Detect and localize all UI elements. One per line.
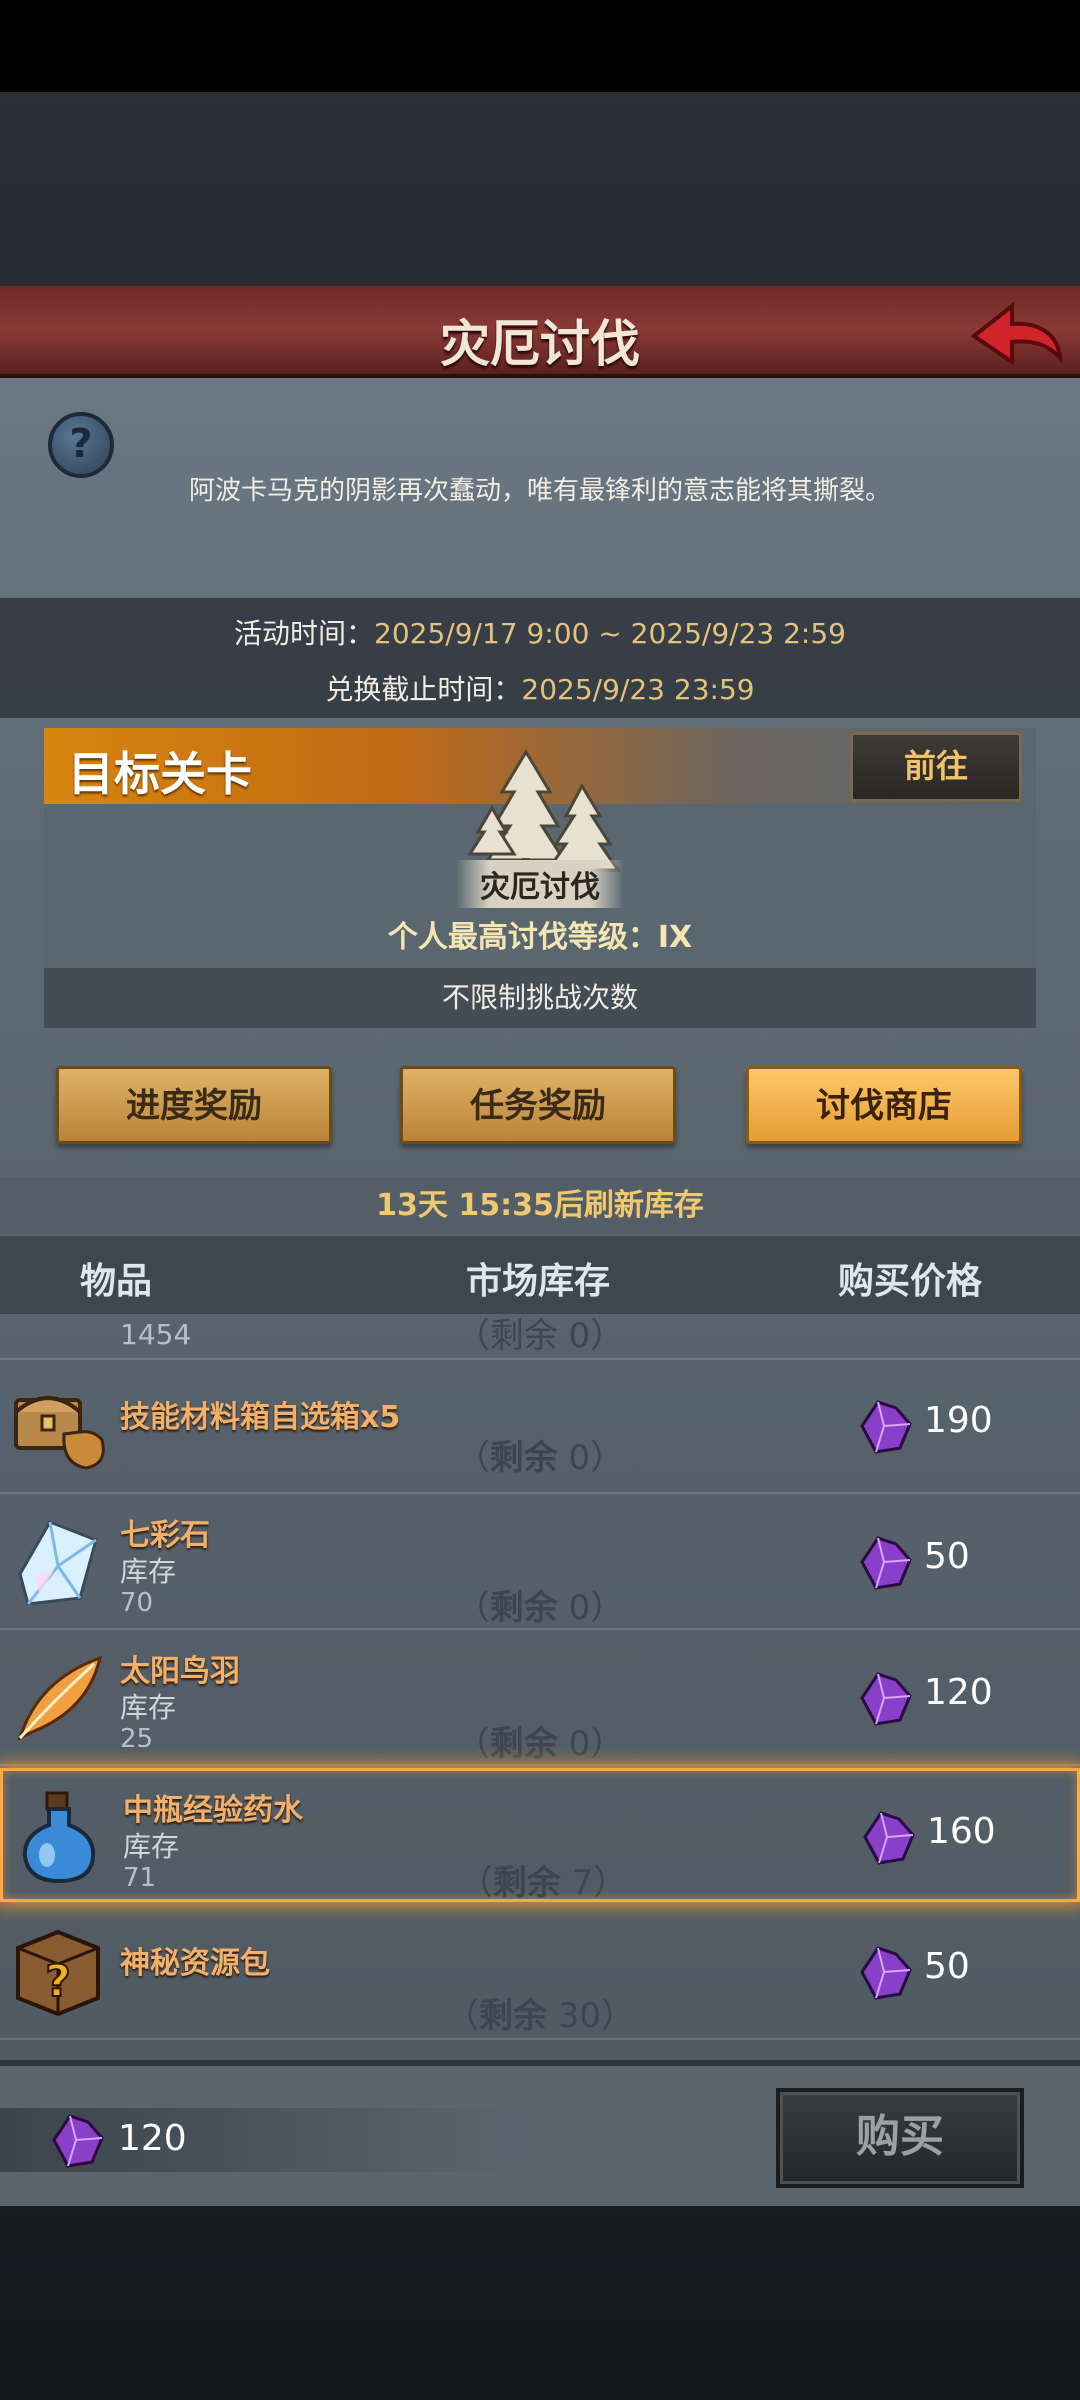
remain-count: 0 <box>568 1588 591 1628</box>
list-item[interactable]: 七彩石 库存 70 （剩余 0） 50 <box>0 1496 1080 1630</box>
best-level: 个人最高讨伐等级：IX <box>387 920 693 955</box>
activity-time-value: 2025/9/17 9:00 ~ 2025/9/23 2:59 <box>374 617 846 650</box>
target-stage-title: 目标关卡 <box>68 747 252 801</box>
item-name: 太阳鸟羽 <box>120 1654 240 1689</box>
remain-count: 0 <box>568 1724 591 1764</box>
partial-remain: （剩余 0） <box>455 1316 625 1356</box>
tab-task-rewards[interactable]: 任务奖励 <box>400 1066 676 1144</box>
remain-count: 30 <box>557 1996 602 2036</box>
shop-column-header: 物品 市场库存 购买价格 <box>0 1236 1080 1314</box>
item-price: 190 <box>924 1400 993 1441</box>
question-icon: ? <box>69 421 93 467</box>
remain-count: 7 <box>571 1863 594 1903</box>
activity-time-label: 活动时间： <box>234 617 375 650</box>
back-arrow-icon[interactable] <box>966 292 1066 372</box>
column-item: 物品 <box>80 1261 153 1302</box>
shop-item-list[interactable]: 1454 （剩余 0） 技能材料箱自选箱x5 （剩余 0） 190 七彩石 库存… <box>0 1314 1080 2048</box>
purple-gem-icon <box>860 1946 912 2000</box>
item-name: 七彩石 <box>120 1518 210 1553</box>
item-name: 神秘资源包 <box>120 1946 270 1981</box>
remain-label: 剩余 <box>489 1438 558 1478</box>
list-item[interactable]: 太阳鸟羽 库存 25 （剩余 0） 120 <box>0 1632 1080 1766</box>
remain-label: 剩余 <box>489 1724 558 1764</box>
remain-label: 剩余 <box>489 1588 558 1628</box>
item-price: 50 <box>924 1946 970 1987</box>
item-remain: （剩余 0） <box>455 1588 625 1628</box>
purple-gem-icon <box>52 2114 104 2168</box>
list-item[interactable]: 技能材料箱自选箱x5 （剩余 0） 190 <box>0 1360 1080 1494</box>
help-button[interactable]: ? <box>48 412 114 478</box>
item-remain: （剩余 30） <box>444 1996 636 2036</box>
snowy-trees-icon <box>467 749 621 876</box>
column-market-stock: 市场库存 <box>466 1261 611 1302</box>
event-description: 阿波卡马克的阴影再次蠢动，唯有最锋利的意志能将其撕裂。 <box>188 476 891 506</box>
item-price: 160 <box>927 1811 996 1852</box>
title-bar: 灾厄讨伐 <box>0 286 1080 378</box>
purple-gem-icon <box>860 1536 912 1590</box>
balance-value: 120 <box>118 2118 187 2159</box>
page-title: 灾厄讨伐 <box>440 315 640 373</box>
item-remain: （剩余 0） <box>455 1724 625 1764</box>
item-remain: （剩余 0） <box>455 1438 625 1478</box>
tab-progress-rewards[interactable]: 进度奖励 <box>56 1066 332 1144</box>
activity-time: 活动时间：2025/9/17 9:00 ~ 2025/9/23 2:59 <box>0 612 1080 652</box>
status-bar-area <box>0 0 1080 92</box>
list-item-selected[interactable]: 中瓶经验药水 库存 71 （剩余 7） 160 <box>0 1768 1080 1903</box>
column-price: 购买价格 <box>838 1261 983 1302</box>
currency-balance: 120 <box>0 2108 520 2172</box>
purple-gem-icon <box>860 1400 912 1454</box>
time-info-bar: 活动时间：2025/9/17 9:00 ~ 2025/9/23 2:59 兑换截… <box>0 598 1080 718</box>
go-button[interactable]: 前往 <box>850 732 1022 802</box>
list-item[interactable]: ? 神秘资源包 （剩余 30） 50 <box>0 1906 1080 2040</box>
restock-timer: 13天 15:35后刷新库存 <box>0 1178 1080 1234</box>
exchange-deadline-label: 兑换截止时间： <box>325 673 522 706</box>
exchange-deadline-value: 2025/9/23 23:59 <box>521 673 755 706</box>
shop-footer: 120 购买 <box>0 2060 1080 2206</box>
item-price: 120 <box>924 1672 993 1713</box>
purple-gem-icon <box>863 1811 915 1865</box>
challenge-limit: 不限制挑战次数 <box>44 968 1036 1028</box>
item-name: 中瓶经验药水 <box>123 1793 303 1828</box>
stage-name: 灾厄讨伐 <box>456 860 624 908</box>
tab-hunt-shop[interactable]: 讨伐商店 <box>746 1066 1022 1144</box>
purple-gem-icon <box>860 1672 912 1726</box>
list-item-partial[interactable]: 1454 （剩余 0） <box>0 1314 1080 1360</box>
item-price: 50 <box>924 1536 970 1577</box>
stage-name-banner: 灾厄讨伐 <box>44 860 1036 908</box>
remain-label: 剩余 <box>478 1996 547 2036</box>
buy-button[interactable]: 购买 <box>776 2088 1024 2188</box>
target-stage-card: 目标关卡 前往 灾厄讨伐 个人最高讨伐等级：IX 不限制挑战次数 <box>44 728 1036 1028</box>
remain-count: 0 <box>568 1438 591 1478</box>
exchange-deadline: 兑换截止时间：2025/9/23 23:59 <box>0 668 1080 708</box>
remain-label: 剩余 <box>492 1863 561 1903</box>
